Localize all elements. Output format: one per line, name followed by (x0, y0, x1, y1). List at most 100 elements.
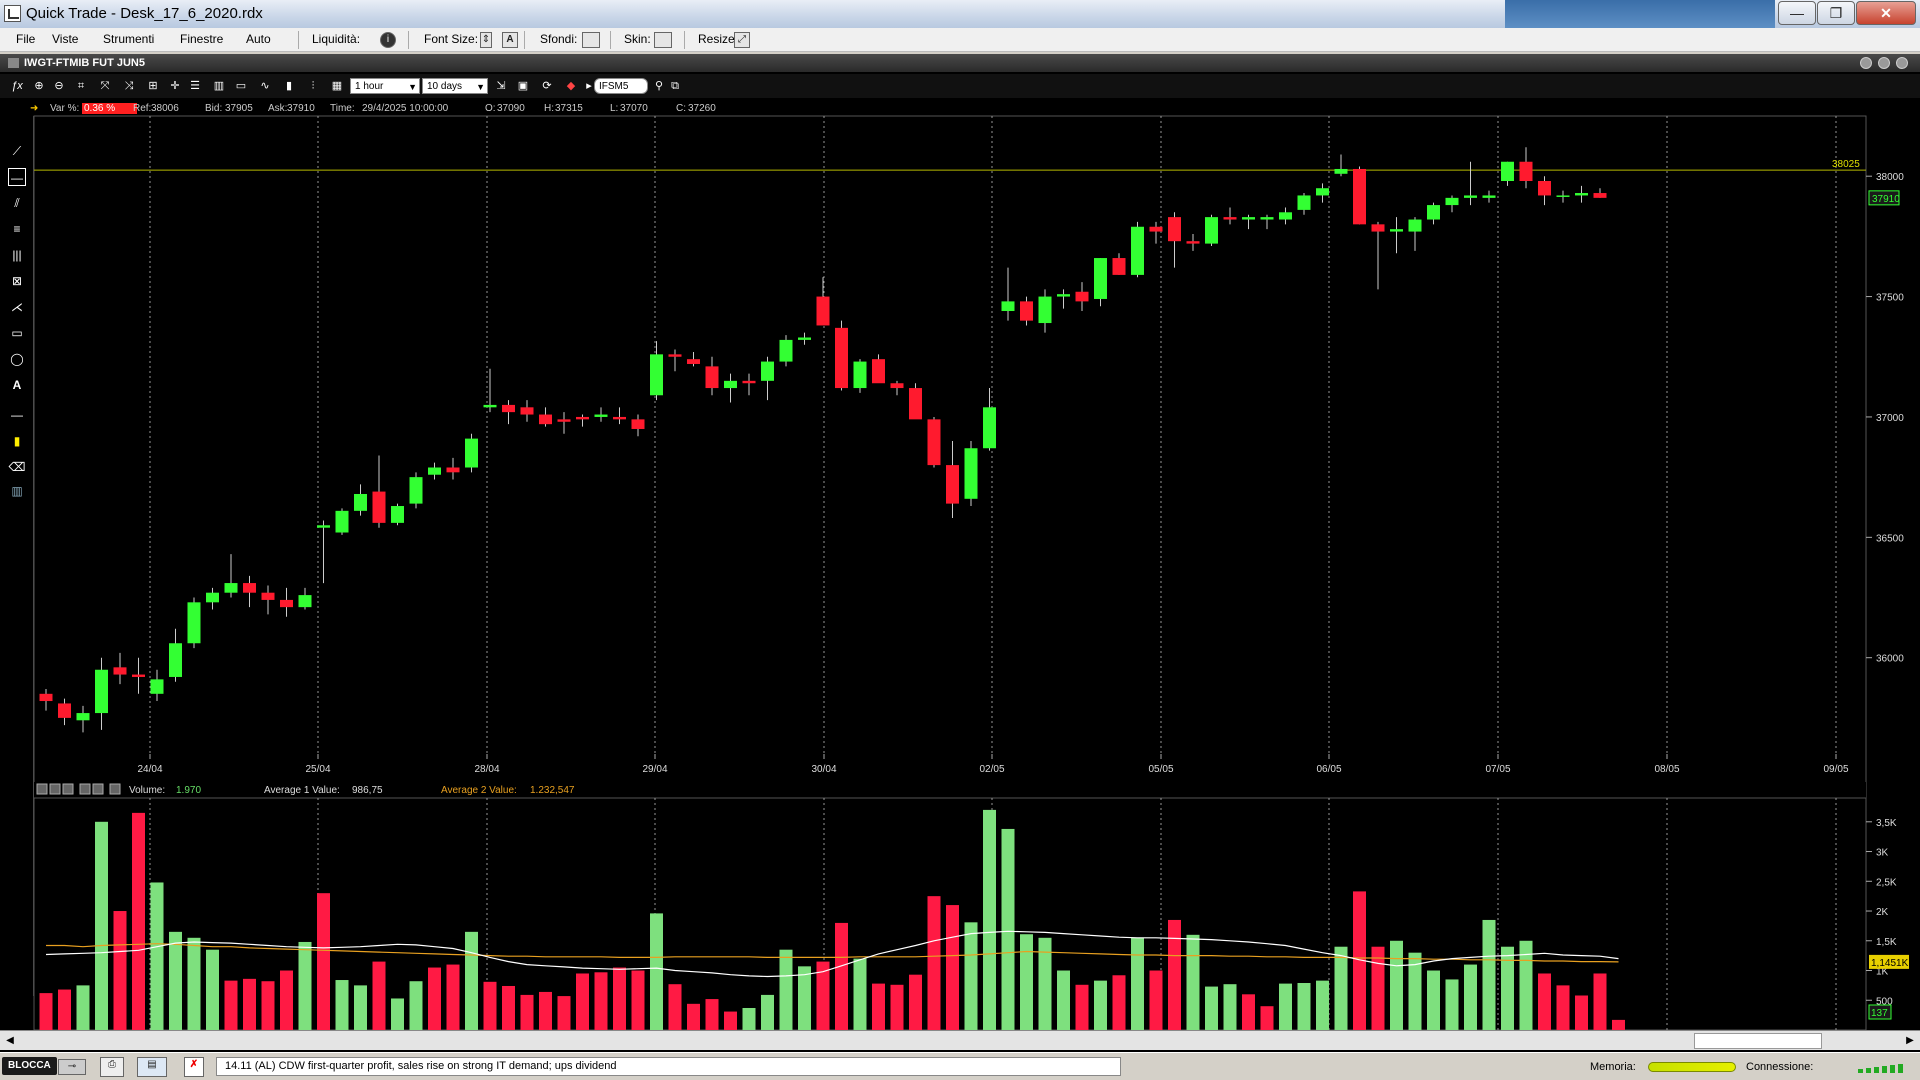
volume-bar (335, 980, 349, 1030)
volume-bar (1279, 983, 1292, 1030)
resize-icon[interactable]: ⤢ (734, 32, 750, 48)
volume-bar (317, 893, 330, 1030)
menu-viste[interactable]: Viste (52, 32, 78, 46)
last-volume-label: 137 (1871, 1008, 1888, 1019)
menu-file[interactable]: File (16, 32, 35, 46)
volume-bar (1001, 828, 1015, 1030)
volume-pane-button[interactable] (49, 783, 61, 795)
font-size-stepper-icon[interactable]: ⇕ (480, 32, 492, 48)
candle-body (317, 525, 330, 528)
volume-bar (779, 949, 793, 1030)
y-tick-label: 2K (1876, 907, 1889, 918)
scrollbar-thumb[interactable] (1694, 1033, 1822, 1049)
candle-body (557, 419, 571, 422)
signal-bar (1874, 1067, 1879, 1073)
volume-pane-header: Volume: 1.970 Average 1 Value: 986,75 Av… (34, 782, 1866, 798)
volume-bar (280, 970, 293, 1030)
volume-bar (1186, 934, 1200, 1030)
candle-body (742, 380, 756, 384)
scroll-left-icon[interactable]: ◀ (2, 1033, 18, 1049)
y-tick-label: 1,5K (1876, 937, 1897, 948)
candle-body (1464, 195, 1477, 198)
background-picker-icon[interactable] (582, 32, 600, 48)
reference-line-label: 38025 (1832, 159, 1860, 170)
volume-bar (668, 984, 682, 1030)
blocca-button[interactable]: BLOCCA (2, 1057, 57, 1075)
memoria-label: Memoria: (1590, 1061, 1636, 1073)
signal-bar (1890, 1065, 1895, 1073)
news-ticker[interactable]: 14.11 (AL) CDW first-quarter profit, sal… (216, 1057, 1121, 1076)
price-axis-labels: 38000 37500 37000 36500 36000 (1866, 172, 1904, 665)
menu-strumenti[interactable]: Strumenti (103, 32, 154, 46)
volume-bar (76, 985, 90, 1030)
price-pane: 38000 37500 37000 36500 36000 38025 24/04 25/… (33, 115, 1904, 817)
volume-pane-button[interactable] (92, 783, 104, 795)
candle-body (983, 407, 996, 449)
candle-body (1205, 217, 1218, 244)
volume-bar (1556, 985, 1570, 1030)
printer-icon[interactable]: ⎙ (100, 1057, 124, 1077)
volume-bar (1334, 946, 1348, 1030)
lock-toggle-icon[interactable]: ⊸ (58, 1059, 86, 1075)
news-icon[interactable]: ▤ (137, 1057, 167, 1077)
volume-bar (594, 972, 608, 1030)
font-size-label: Font Size: (424, 32, 479, 46)
volume-bar (391, 998, 404, 1030)
candle-body (335, 510, 349, 533)
volume-bar (298, 941, 312, 1030)
average2-axis-label: 1,1451K (1871, 958, 1909, 969)
title-bar-background-image (1505, 0, 1775, 28)
volume-bar (1371, 946, 1385, 1030)
volume-pane-button[interactable] (109, 783, 121, 795)
info-icon[interactable]: i (380, 32, 396, 48)
sfondi-label: Sfondi: (540, 32, 578, 46)
chart-horizontal-scrollbar[interactable]: ◀ ▶ (0, 1030, 1920, 1050)
volume-bar (650, 913, 663, 1030)
app-icon (4, 5, 21, 22)
candle-body (1168, 217, 1181, 242)
volume-bar (409, 981, 423, 1030)
chart-window: IWGT-FTMIB FUT JUN5 ƒx ⊕ ⊖ ⌗ ⤧ ⤨ ⊞ ✛ ☰ ▥… (0, 54, 1920, 1054)
candle-body (1186, 241, 1200, 244)
candle-body (261, 592, 275, 600)
candle-body (705, 366, 719, 389)
volume-pane-button[interactable] (62, 783, 74, 795)
x-tick-label: 05/05 (1148, 764, 1173, 775)
maximize-button[interactable]: ❐ (1817, 1, 1855, 25)
menu-separator (610, 31, 611, 49)
y-tick-label: 37000 (1876, 413, 1904, 424)
candle-body (1353, 168, 1366, 225)
signal-bar (1882, 1066, 1887, 1073)
volume-label: Volume: (129, 785, 165, 796)
average1-value: 986,75 (352, 785, 383, 796)
minimize-button[interactable]: — (1778, 1, 1816, 25)
volume-bar (446, 964, 460, 1030)
clear-news-icon[interactable]: ✗ (184, 1057, 204, 1077)
font-icon[interactable]: A (502, 32, 518, 48)
volume-bar (557, 996, 571, 1030)
menu-auto[interactable]: Auto (246, 32, 271, 46)
volume-bar (502, 985, 515, 1030)
candle-body (1223, 217, 1237, 220)
volume-bar (1390, 940, 1403, 1030)
candle-body (1501, 161, 1514, 182)
candle-body (502, 404, 515, 413)
skin-picker-icon[interactable] (654, 32, 672, 48)
candle-body (761, 361, 774, 381)
menu-separator (524, 31, 525, 49)
volume-pane-button[interactable] (79, 783, 91, 795)
volume-bar (890, 984, 904, 1030)
scroll-right-icon[interactable]: ▶ (1902, 1033, 1918, 1049)
volume-bar (909, 974, 922, 1030)
connessione-label: Connessione: (1746, 1061, 1814, 1073)
close-button[interactable]: ✕ (1856, 1, 1916, 25)
chart-area[interactable]: 38000 37500 37000 36500 36000 38025 24/04 25/… (0, 54, 1920, 1030)
y-tick-label: 36000 (1876, 654, 1904, 665)
volume-pane-button[interactable] (36, 783, 48, 795)
volume-bar (243, 978, 256, 1030)
y-tick-label: 36500 (1876, 533, 1904, 544)
menu-finestre[interactable]: Finestre (180, 32, 223, 46)
candle-body (76, 713, 90, 721)
candle-body (1242, 217, 1255, 220)
candle-body (539, 414, 552, 425)
